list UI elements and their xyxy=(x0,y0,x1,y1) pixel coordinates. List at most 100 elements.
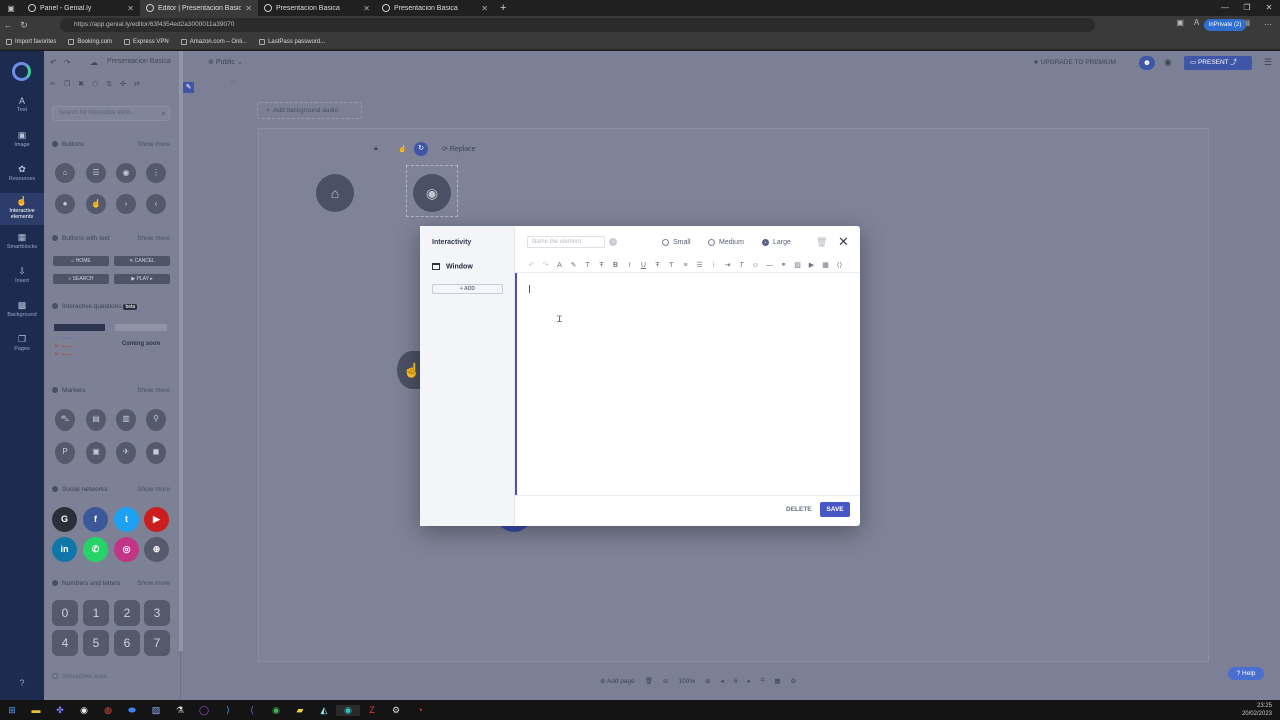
canvas-home-button-icon[interactable]: ⌂ xyxy=(316,174,354,212)
tab-panel[interactable]: Panel - Genial.ly ✕ xyxy=(22,0,140,16)
url-field[interactable]: https://app.genial.ly/editor/63f4354ed2a… xyxy=(60,18,1095,32)
code-icon[interactable]: ⟨⟩ xyxy=(835,261,844,269)
upgrade-button[interactable]: ★ UPGRADE TO PREMIUM xyxy=(1033,58,1116,66)
camera-icon[interactable]: ▣ xyxy=(1176,18,1184,28)
explorer-icon[interactable]: ▬ xyxy=(24,705,48,715)
add-interactivity-button[interactable]: + ADD xyxy=(432,284,503,294)
bag-marker-icon[interactable]: ◼ xyxy=(146,442,166,464)
number-3[interactable]: 3 xyxy=(144,600,170,626)
linkedin-icon[interactable]: in xyxy=(52,537,77,562)
size-small-radio[interactable]: Small xyxy=(662,236,691,248)
preview-eye-icon[interactable]: ◉ xyxy=(1164,57,1172,68)
ordered-list-icon[interactable]: ⁝ xyxy=(709,261,718,269)
plane-marker-icon[interactable]: ✈ xyxy=(116,442,136,464)
bookmark-item[interactable]: Amazon.com – Onli... xyxy=(180,38,247,45)
prev-button-icon[interactable]: ‹ xyxy=(146,194,166,214)
italic-icon[interactable]: I xyxy=(625,262,634,269)
app-icon[interactable]: ◯ xyxy=(192,705,216,716)
strikethrough-icon[interactable]: Ŧ xyxy=(653,262,662,269)
rail-item-text[interactable]: A Text xyxy=(0,96,44,122)
hand-icon[interactable]: ☝ xyxy=(398,145,407,153)
train-marker-icon[interactable]: ▥ xyxy=(116,409,136,431)
close-icon[interactable]: ✕ xyxy=(481,4,488,13)
zoom-in-icon[interactable]: ⊕ xyxy=(705,677,710,685)
video-icon[interactable]: ▶ xyxy=(807,261,816,269)
add-audio-button[interactable]: + Add background audio xyxy=(257,102,362,119)
show-more-link[interactable]: Show more xyxy=(137,235,170,242)
quiz-thumbnail[interactable]: ✓ ─── ✕ ─── ✕ ─── xyxy=(54,324,105,366)
image-icon[interactable]: ▨ xyxy=(793,261,802,269)
layers-icon[interactable]: ◌ xyxy=(230,78,235,87)
window-tab[interactable]: Window xyxy=(432,263,473,270)
list-icon[interactable]: ☰ xyxy=(695,261,704,269)
number-6[interactable]: 6 xyxy=(114,630,140,656)
show-more-link[interactable]: Show more xyxy=(137,141,170,148)
app-icon[interactable]: ⚗ xyxy=(168,705,192,716)
more-button-icon[interactable]: ⋮ xyxy=(146,163,166,183)
bookmark-item[interactable]: Express VPN xyxy=(124,38,169,45)
app-icon[interactable]: ▧ xyxy=(144,705,168,716)
number-5[interactable]: 5 xyxy=(83,630,109,656)
tab-presentation-2[interactable]: Presentacion Basica ✕ xyxy=(376,0,494,16)
number-4[interactable]: 4 xyxy=(52,630,78,656)
chrome-color-icon[interactable]: ◍ xyxy=(96,705,120,716)
web-icon[interactable]: ⊕ xyxy=(144,537,169,562)
cancel-text-button[interactable]: ✕ CANCEL xyxy=(114,256,170,266)
bus2-marker-icon[interactable]: ▣ xyxy=(86,442,106,464)
tab-editor[interactable]: Editor | Presentacion Basica ✕ xyxy=(140,0,258,16)
selection-box[interactable] xyxy=(406,165,458,217)
size-large-radio[interactable]: Large xyxy=(762,236,791,248)
minimize-icon[interactable]: — xyxy=(1214,0,1236,16)
window-content-editor[interactable]: Ɪ xyxy=(515,273,860,495)
car-marker-icon[interactable]: ⛍ xyxy=(55,409,75,431)
system-clock[interactable]: 23:25 20/02/2023 xyxy=(1242,702,1272,718)
facebook-icon[interactable]: f xyxy=(83,507,108,532)
divider-icon[interactable]: — xyxy=(765,262,774,269)
emoji-icon[interactable]: ☺ xyxy=(751,262,760,269)
bus-marker-icon[interactable]: ▤ xyxy=(86,409,106,431)
pages-view-icon[interactable]: ▦ xyxy=(774,677,780,685)
visibility-select[interactable]: ⊕ Public ⌄ xyxy=(208,58,243,66)
show-more-link[interactable]: Show more xyxy=(137,486,170,493)
tab-presentation-1[interactable]: Presentacion Basica ✕ xyxy=(258,0,376,16)
rail-item-resources[interactable]: ✿ Resources xyxy=(0,164,44,190)
link-icon[interactable]: ⚭ xyxy=(779,261,788,269)
close-icon[interactable]: ✕ xyxy=(127,4,134,13)
read-aloud-icon[interactable]: A xyxy=(1194,18,1199,28)
hand-button-icon[interactable]: ☝ xyxy=(86,194,106,214)
next-page-icon[interactable]: ▸ xyxy=(747,677,750,685)
close-icon[interactable]: ✕ xyxy=(245,4,252,13)
notes-icon[interactable]: ▰ xyxy=(288,705,312,716)
reload-icon[interactable]: ↻ xyxy=(16,20,32,31)
trash-icon[interactable]: 🗑︎ xyxy=(645,677,653,685)
menu-button-icon[interactable]: ☰ xyxy=(86,163,106,183)
show-more-link[interactable]: Show more xyxy=(137,387,170,394)
table-icon[interactable]: ▦ xyxy=(821,261,830,269)
filezilla-icon[interactable]: Z xyxy=(360,705,384,715)
zoom-out-icon[interactable]: ⊖ xyxy=(663,677,668,685)
restore-icon[interactable]: ❐ xyxy=(1236,0,1258,16)
add-page-button[interactable]: ⊕ Add page xyxy=(600,677,635,685)
inprivate-badge[interactable]: InPrivate (2) xyxy=(1204,19,1246,31)
help-button[interactable]: ? Help xyxy=(1228,667,1264,680)
back-icon[interactable]: ← xyxy=(0,20,16,30)
outlook-icon[interactable]: ⬬ xyxy=(120,705,144,716)
chrome-icon[interactable]: ◉ xyxy=(72,705,96,716)
help-circle-icon[interactable]: ? xyxy=(0,678,44,692)
rail-item-insert[interactable]: ⇩ Insert xyxy=(0,266,44,292)
edit-toolbar-icons[interactable]: ✂❐✖⬡⇅✣⇄ xyxy=(50,80,148,88)
settings-icon[interactable]: ⚙︎ xyxy=(791,677,797,685)
app-icon[interactable]: ◭ xyxy=(312,705,336,716)
bold-icon[interactable]: B xyxy=(611,262,620,269)
bookmark-item[interactable]: Import favorites xyxy=(6,38,56,45)
close-icon[interactable]: ✕ xyxy=(363,4,370,13)
section-area[interactable]: Interactive area xyxy=(52,673,170,683)
doc-title[interactable]: Presentacion Basica xyxy=(107,58,171,65)
indent-icon[interactable]: ⇥ xyxy=(723,261,732,269)
location-button-icon[interactable]: ● xyxy=(55,194,75,214)
prev-page-icon[interactable]: ◂ xyxy=(721,677,724,685)
teams-icon[interactable]: ✤ xyxy=(48,705,72,716)
undo-icon[interactable]: ↶ xyxy=(50,58,57,67)
whatsapp-icon[interactable]: ✆ xyxy=(83,537,108,562)
lock-icon[interactable]: 🔒︎ xyxy=(374,145,378,153)
